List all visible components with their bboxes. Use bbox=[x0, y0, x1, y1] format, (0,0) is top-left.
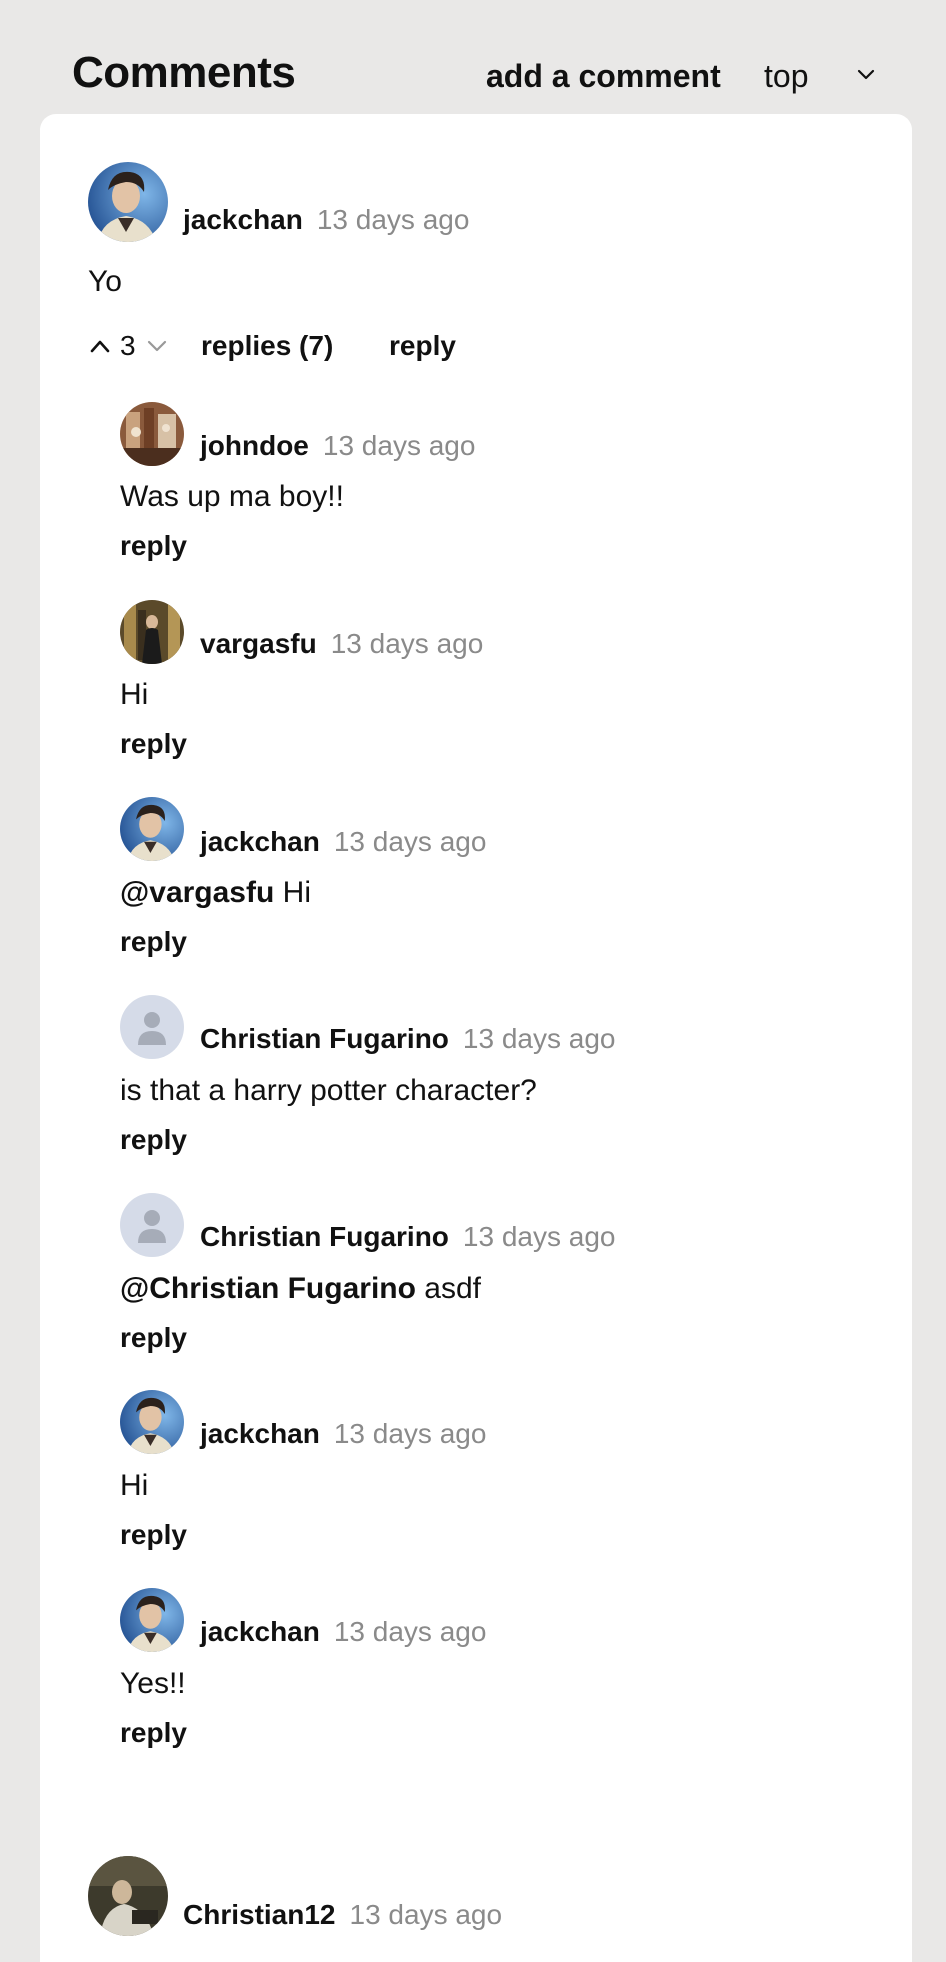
reply-text: is that a harry potter character? bbox=[120, 1074, 537, 1107]
reply-meta: Christian Fugarino 13 days ago bbox=[200, 1221, 615, 1253]
reply-author[interactable]: jackchan bbox=[200, 1616, 320, 1647]
replies-toggle[interactable]: replies (7) bbox=[201, 330, 333, 362]
reply-body: Yes!! bbox=[120, 1667, 186, 1701]
comment-meta: jackchan 13 days ago bbox=[183, 204, 469, 236]
avatar[interactable] bbox=[120, 995, 184, 1059]
user-silhouette-icon bbox=[120, 995, 184, 1059]
reply-body: Hi bbox=[120, 678, 148, 712]
reply-meta: johndoe 13 days ago bbox=[200, 430, 475, 462]
reply-button[interactable]: reply bbox=[120, 926, 187, 958]
reply-button[interactable]: reply bbox=[389, 330, 456, 362]
reply-meta: jackchan 13 days ago bbox=[200, 1418, 486, 1450]
comment-meta: Christian12 13 days ago bbox=[183, 1899, 502, 1931]
avatar[interactable] bbox=[120, 600, 184, 664]
avatar[interactable] bbox=[120, 1193, 184, 1257]
reply-meta: Christian Fugarino 13 days ago bbox=[200, 1023, 615, 1055]
comment-timestamp: 13 days ago bbox=[316, 204, 470, 235]
reply-text: Hi bbox=[120, 678, 149, 711]
reply-body: @vargasfu Hi bbox=[120, 876, 311, 910]
user-silhouette-icon bbox=[120, 1193, 184, 1257]
reply-author[interactable]: Christian Fugarino bbox=[200, 1023, 449, 1054]
reply-text: Hi bbox=[120, 1469, 149, 1502]
reply-button[interactable]: reply bbox=[120, 1322, 187, 1354]
reply-timestamp: 13 days ago bbox=[333, 1616, 487, 1647]
reply-author[interactable]: Christian Fugarino bbox=[200, 1221, 449, 1252]
reply-body: Hi bbox=[120, 1469, 148, 1503]
avatar[interactable] bbox=[88, 162, 168, 242]
reply-button[interactable]: reply bbox=[120, 1519, 187, 1551]
avatar[interactable] bbox=[120, 797, 184, 861]
user-mention[interactable]: @Christian Fugarino bbox=[120, 1272, 416, 1305]
chevron-down-icon bbox=[857, 69, 875, 80]
reply-text: asdf bbox=[424, 1272, 481, 1305]
reply-author[interactable]: jackchan bbox=[200, 826, 320, 857]
comments-header: Comments add a comment top bbox=[0, 0, 946, 114]
comment-author[interactable]: Christian12 bbox=[183, 1899, 336, 1930]
reply-body: is that a harry potter character? bbox=[120, 1074, 537, 1108]
avatar[interactable] bbox=[120, 1588, 184, 1652]
chevron-up-icon[interactable] bbox=[88, 334, 112, 358]
sort-selected-value: top bbox=[764, 58, 809, 94]
reply-button[interactable]: reply bbox=[120, 1124, 187, 1156]
vote-count: 3 bbox=[120, 330, 136, 361]
comment-author[interactable]: jackchan bbox=[183, 204, 303, 235]
avatar[interactable] bbox=[120, 402, 184, 466]
reply-author[interactable]: jackchan bbox=[200, 1418, 320, 1449]
reply-button[interactable]: reply bbox=[120, 530, 187, 562]
reply-button[interactable]: reply bbox=[120, 728, 187, 760]
reply-timestamp: 13 days ago bbox=[322, 430, 476, 461]
reply-timestamp: 13 days ago bbox=[333, 1418, 487, 1449]
avatar[interactable] bbox=[88, 1856, 168, 1936]
reply-meta: jackchan 13 days ago bbox=[200, 1616, 486, 1648]
reply-timestamp: 13 days ago bbox=[462, 1221, 616, 1252]
reply-meta: jackchan 13 days ago bbox=[200, 826, 486, 858]
reply-timestamp: 13 days ago bbox=[333, 826, 487, 857]
reply-button[interactable]: reply bbox=[120, 1717, 187, 1749]
reply-author[interactable]: johndoe bbox=[200, 430, 309, 461]
avatar[interactable] bbox=[120, 1390, 184, 1454]
reply-text: Hi bbox=[282, 876, 311, 909]
add-comment-button[interactable]: add a comment bbox=[486, 58, 721, 95]
reply-timestamp: 13 days ago bbox=[462, 1023, 616, 1054]
comment-body: Yo bbox=[88, 265, 122, 298]
reply-body: Was up ma boy!! bbox=[120, 480, 344, 514]
reply-body: @Christian Fugarino asdf bbox=[120, 1272, 481, 1306]
reply-timestamp: 13 days ago bbox=[330, 628, 484, 659]
user-mention[interactable]: @vargasfu bbox=[120, 876, 274, 909]
reply-text: Yes!! bbox=[120, 1667, 186, 1700]
reply-text: Was up ma boy!! bbox=[120, 480, 344, 513]
reply-meta: vargasfu 13 days ago bbox=[200, 628, 483, 660]
comment-timestamp: 13 days ago bbox=[349, 1899, 503, 1930]
page-title: Comments bbox=[72, 48, 296, 97]
chevron-down-icon[interactable] bbox=[146, 336, 168, 356]
sort-select[interactable]: top bbox=[764, 58, 884, 98]
reply-author[interactable]: vargasfu bbox=[200, 628, 317, 659]
